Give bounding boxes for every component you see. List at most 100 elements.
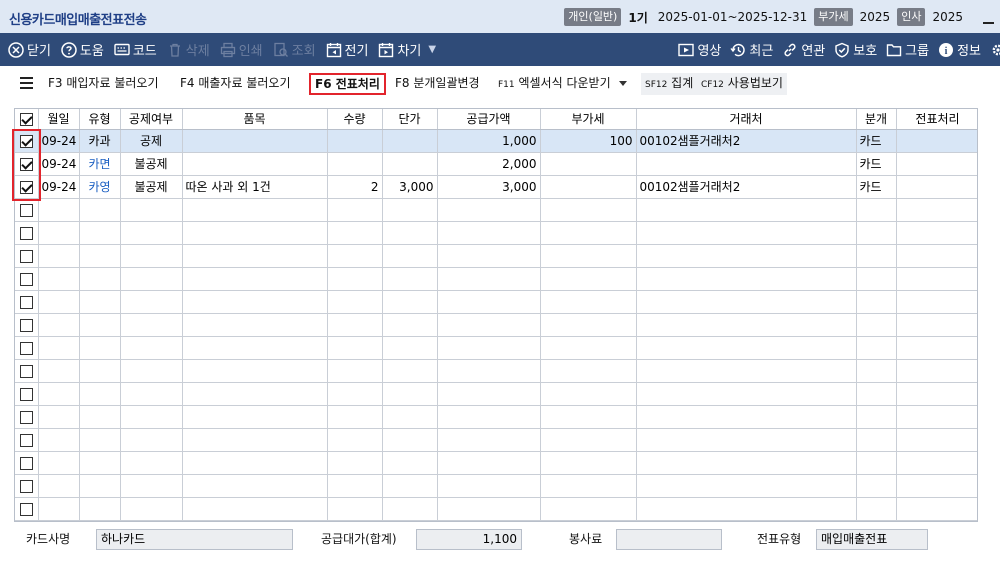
protect-button[interactable]: 보호 bbox=[834, 40, 877, 59]
empty-cell[interactable] bbox=[120, 313, 183, 337]
f11-excel-template-button[interactable]: F11 엑셀서식 다운받기 bbox=[494, 73, 631, 95]
empty-cell[interactable] bbox=[182, 474, 328, 498]
empty-cell[interactable] bbox=[38, 221, 80, 245]
date-cell[interactable]: 09-24 bbox=[38, 175, 80, 199]
empty-cell[interactable] bbox=[636, 359, 857, 383]
vat-cell[interactable] bbox=[540, 175, 637, 199]
empty-cell[interactable] bbox=[79, 198, 121, 222]
total-amount-field[interactable]: 1,100 bbox=[416, 529, 522, 550]
qty-cell[interactable] bbox=[327, 129, 383, 153]
empty-cell[interactable] bbox=[540, 428, 637, 452]
supply-cell[interactable]: 1,000 bbox=[437, 129, 541, 153]
empty-cell[interactable] bbox=[540, 267, 637, 291]
empty-cell[interactable] bbox=[182, 405, 328, 429]
empty-cell[interactable] bbox=[856, 336, 897, 360]
row-select-cell[interactable] bbox=[15, 451, 39, 475]
deduct-cell[interactable]: 공제 bbox=[120, 129, 183, 153]
empty-cell[interactable] bbox=[896, 474, 977, 498]
empty-cell[interactable] bbox=[540, 244, 637, 268]
business-type-badge[interactable]: 개인(일반) bbox=[564, 8, 622, 26]
f6-voucher-process-button[interactable]: F6 전표처리 bbox=[309, 73, 386, 95]
price-cell[interactable] bbox=[382, 152, 438, 176]
row-select-cell[interactable] bbox=[15, 152, 39, 176]
settings-button[interactable] bbox=[990, 42, 1000, 58]
column-header[interactable]: 단가 bbox=[382, 109, 438, 130]
table-row[interactable]: 09-24 카면 불공제 2,000 카드 bbox=[15, 152, 977, 176]
empty-cell[interactable] bbox=[38, 405, 80, 429]
column-header[interactable]: 부가세 bbox=[540, 109, 637, 130]
empty-cell[interactable] bbox=[437, 451, 541, 475]
delete-button[interactable]: 삭제 bbox=[167, 40, 210, 59]
column-header[interactable]: 월일 bbox=[38, 109, 80, 130]
row-checkbox[interactable] bbox=[19, 387, 33, 401]
empty-cell[interactable] bbox=[540, 382, 637, 406]
row-checkbox[interactable] bbox=[19, 295, 33, 309]
vat-cell[interactable]: 100 bbox=[540, 129, 637, 153]
row-select-cell[interactable] bbox=[15, 290, 39, 314]
vendor-cell[interactable]: 00102샘플거래처2 bbox=[636, 175, 857, 199]
journal-cell[interactable]: 카드 bbox=[856, 129, 897, 153]
empty-cell[interactable] bbox=[327, 267, 383, 291]
empty-cell[interactable] bbox=[856, 405, 897, 429]
empty-cell[interactable] bbox=[120, 198, 183, 222]
journal-cell[interactable]: 카드 bbox=[856, 152, 897, 176]
select-all-header[interactable] bbox=[15, 109, 39, 130]
empty-cell[interactable] bbox=[437, 474, 541, 498]
empty-cell[interactable] bbox=[120, 290, 183, 314]
empty-cell[interactable] bbox=[120, 336, 183, 360]
empty-cell[interactable] bbox=[79, 405, 121, 429]
empty-cell[interactable] bbox=[437, 221, 541, 245]
empty-row[interactable] bbox=[15, 451, 977, 475]
empty-cell[interactable] bbox=[540, 405, 637, 429]
empty-cell[interactable] bbox=[182, 451, 328, 475]
empty-cell[interactable] bbox=[856, 451, 897, 475]
empty-cell[interactable] bbox=[120, 382, 183, 406]
vendor-cell[interactable]: 00102샘플거래처2 bbox=[636, 129, 857, 153]
vat-cell[interactable] bbox=[540, 152, 637, 176]
row-checkbox[interactable] bbox=[19, 180, 33, 194]
empty-cell[interactable] bbox=[79, 428, 121, 452]
empty-cell[interactable] bbox=[38, 474, 80, 498]
row-select-cell[interactable] bbox=[15, 336, 39, 360]
row-select-cell[interactable] bbox=[15, 129, 39, 153]
empty-cell[interactable] bbox=[540, 474, 637, 498]
empty-cell[interactable] bbox=[896, 267, 977, 291]
empty-cell[interactable] bbox=[437, 405, 541, 429]
empty-cell[interactable] bbox=[182, 313, 328, 337]
empty-cell[interactable] bbox=[120, 359, 183, 383]
empty-cell[interactable] bbox=[540, 313, 637, 337]
empty-row[interactable] bbox=[15, 290, 977, 314]
row-select-cell[interactable] bbox=[15, 428, 39, 452]
empty-cell[interactable] bbox=[120, 405, 183, 429]
empty-cell[interactable] bbox=[382, 382, 438, 406]
empty-cell[interactable] bbox=[540, 198, 637, 222]
empty-cell[interactable] bbox=[38, 313, 80, 337]
empty-cell[interactable] bbox=[896, 221, 977, 245]
empty-cell[interactable] bbox=[896, 359, 977, 383]
row-select-cell[interactable] bbox=[15, 175, 39, 199]
empty-cell[interactable] bbox=[79, 382, 121, 406]
empty-cell[interactable] bbox=[636, 382, 857, 406]
supply-cell[interactable]: 2,000 bbox=[437, 152, 541, 176]
empty-cell[interactable] bbox=[437, 290, 541, 314]
view-button[interactable]: 조회 bbox=[273, 40, 316, 59]
empty-cell[interactable] bbox=[327, 244, 383, 268]
empty-cell[interactable] bbox=[182, 497, 328, 521]
empty-cell[interactable] bbox=[437, 267, 541, 291]
empty-cell[interactable] bbox=[636, 336, 857, 360]
empty-cell[interactable] bbox=[540, 290, 637, 314]
empty-cell[interactable] bbox=[382, 405, 438, 429]
row-select-cell[interactable] bbox=[15, 244, 39, 268]
column-header[interactable]: 거래처 bbox=[636, 109, 857, 130]
empty-cell[interactable] bbox=[896, 313, 977, 337]
deduct-cell[interactable]: 불공제 bbox=[120, 175, 183, 199]
row-checkbox[interactable] bbox=[19, 479, 33, 493]
empty-cell[interactable] bbox=[636, 313, 857, 337]
empty-cell[interactable] bbox=[38, 198, 80, 222]
empty-cell[interactable] bbox=[327, 382, 383, 406]
empty-cell[interactable] bbox=[38, 359, 80, 383]
row-select-cell[interactable] bbox=[15, 221, 39, 245]
empty-cell[interactable] bbox=[327, 336, 383, 360]
column-header[interactable]: 품목 bbox=[182, 109, 328, 130]
cf12-usage-guide-button[interactable]: CF12 사용법보기 bbox=[697, 73, 787, 95]
